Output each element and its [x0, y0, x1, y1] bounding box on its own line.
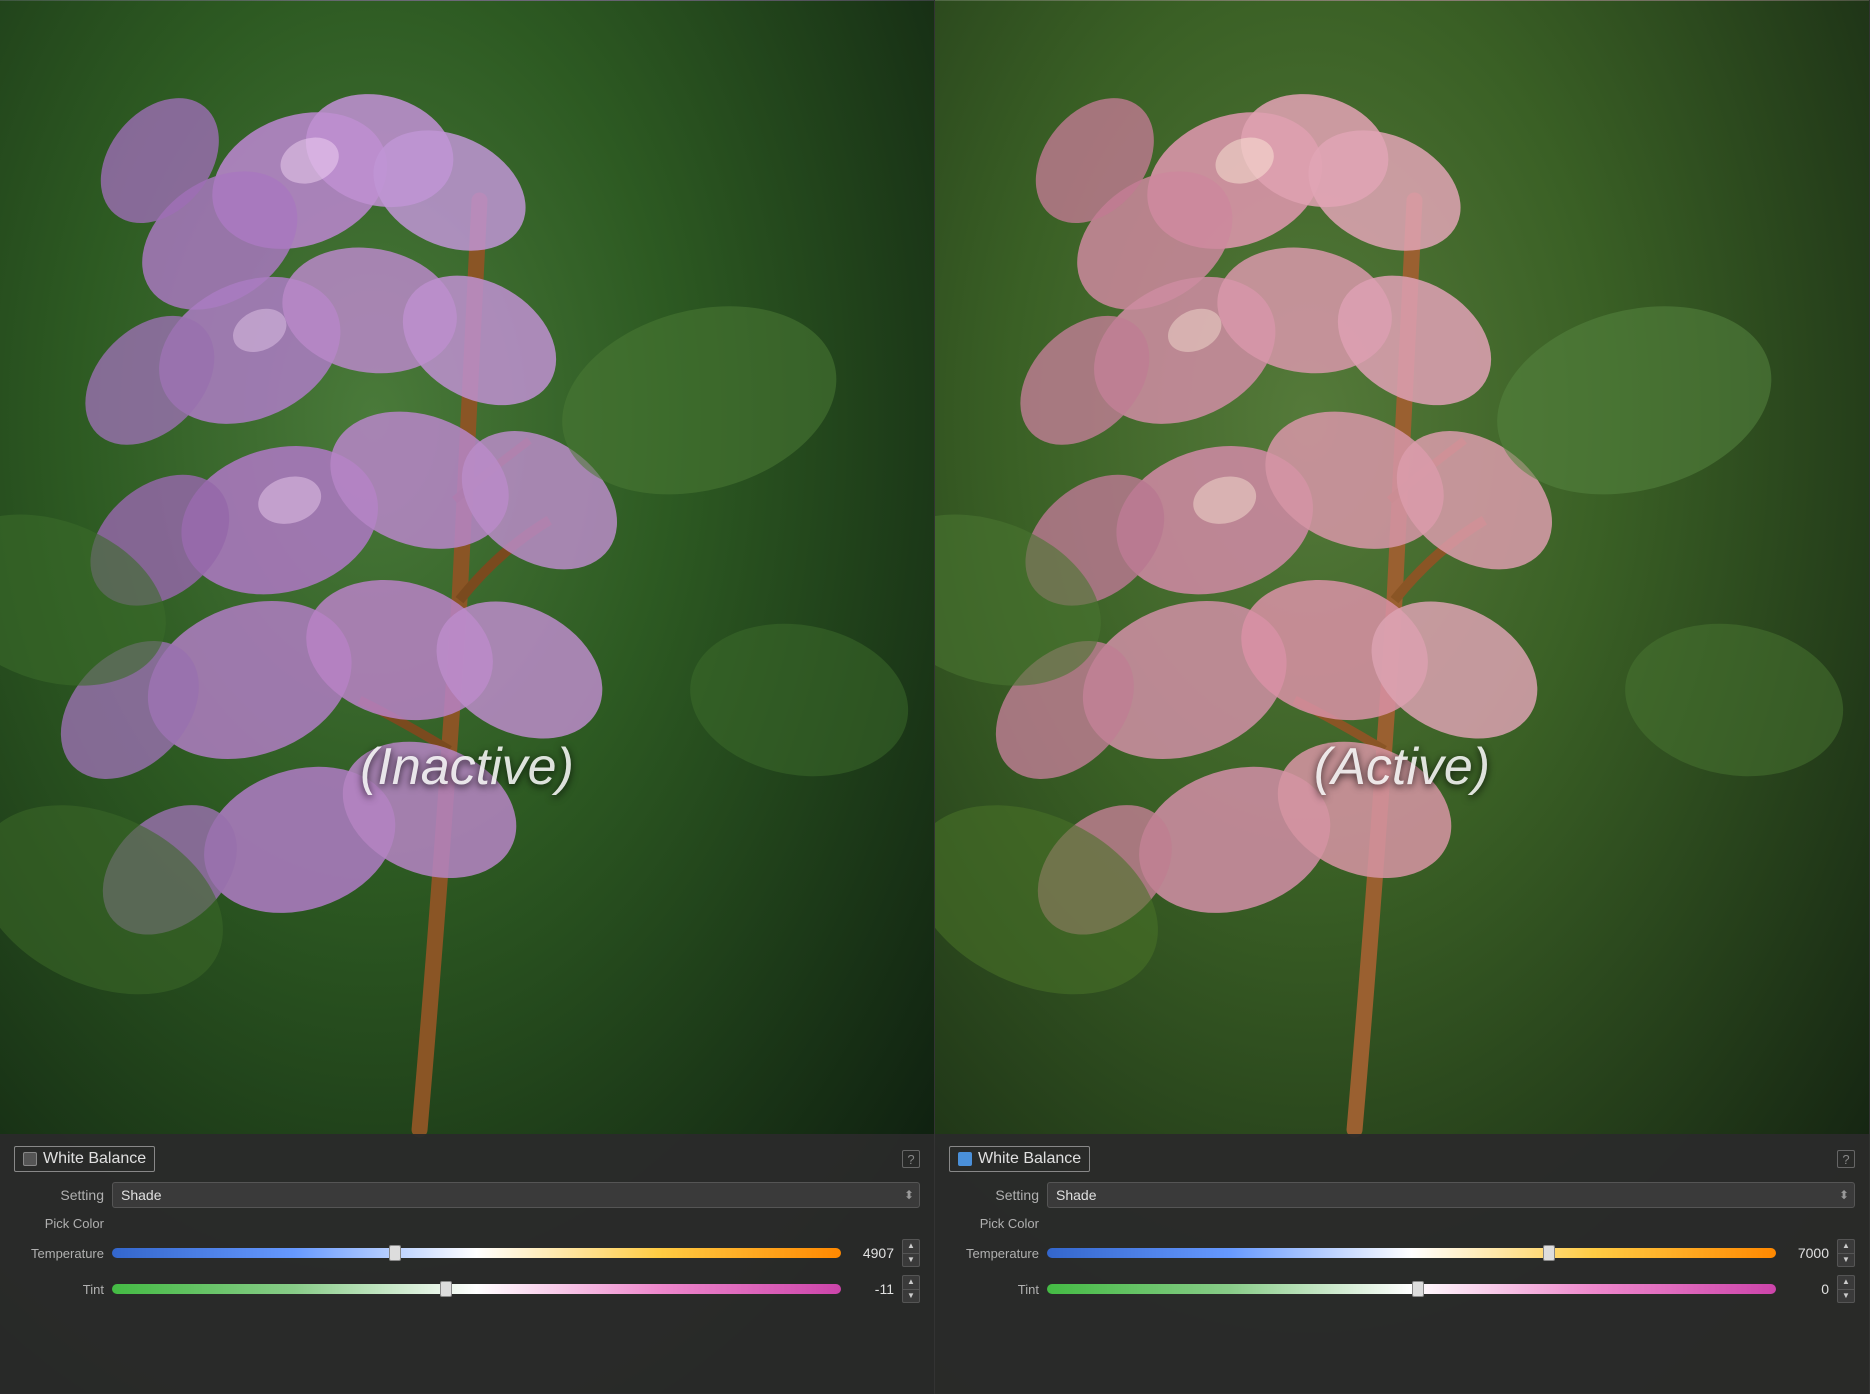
right-wb-title: White Balance [978, 1150, 1081, 1168]
left-tint-thumb[interactable] [440, 1281, 452, 1297]
left-pick-label: Pick Color [14, 1216, 104, 1231]
left-tint-slider-wrapper[interactable] [112, 1281, 841, 1297]
left-panel: (Inactive) White Balance ? Setting Shade… [0, 0, 935, 1394]
right-tint-down[interactable]: ▼ [1837, 1289, 1855, 1304]
right-tint-thumb[interactable] [1412, 1281, 1424, 1297]
right-panel: (Active) White Balance ? Setting Shade ⬍… [935, 0, 1870, 1394]
right-tint-slider-wrapper[interactable] [1047, 1281, 1776, 1297]
right-tint-slider-track [1047, 1284, 1776, 1294]
right-wb-title-group[interactable]: White Balance [949, 1146, 1090, 1172]
left-temperature-stepper[interactable]: ▲ ▼ [902, 1239, 920, 1267]
right-temperature-row: Temperature 7000 ▲ ▼ [949, 1239, 1855, 1267]
left-temperature-down[interactable]: ▼ [902, 1253, 920, 1268]
right-controls: White Balance ? Setting Shade ⬍ Pick Col… [935, 1134, 1869, 1394]
left-wb-checkbox[interactable] [23, 1152, 37, 1166]
right-setting-label: Setting [949, 1187, 1039, 1203]
right-tint-stepper[interactable]: ▲ ▼ [1837, 1275, 1855, 1303]
left-wb-help[interactable]: ? [902, 1150, 920, 1168]
left-setting-select-wrapper: Shade ⬍ [112, 1182, 920, 1208]
left-controls: White Balance ? Setting Shade ⬍ Pick Col… [0, 1134, 934, 1394]
right-setting-select-wrapper: Shade ⬍ [1047, 1182, 1855, 1208]
right-pick-color-row: Pick Color [949, 1216, 1855, 1231]
right-wb-help[interactable]: ? [1837, 1150, 1855, 1168]
left-pick-color-row: Pick Color [14, 1216, 920, 1231]
left-wb-title-group[interactable]: White Balance [14, 1146, 155, 1172]
right-temperature-up[interactable]: ▲ [1837, 1239, 1855, 1253]
left-tint-slider-track [112, 1284, 841, 1294]
left-tint-label: Tint [14, 1282, 104, 1297]
right-wb-active-indicator [958, 1152, 972, 1166]
left-tint-down[interactable]: ▼ [902, 1289, 920, 1304]
left-temperature-thumb[interactable] [389, 1245, 401, 1261]
right-pick-label: Pick Color [949, 1216, 1039, 1231]
left-temperature-slider-wrapper[interactable] [112, 1245, 841, 1261]
left-setting-select[interactable]: Shade [112, 1182, 920, 1208]
right-temperature-value: 7000 [1784, 1245, 1829, 1261]
left-setting-label: Setting [14, 1187, 104, 1203]
left-tint-up[interactable]: ▲ [902, 1275, 920, 1289]
left-tint-stepper[interactable]: ▲ ▼ [902, 1275, 920, 1303]
left-temperature-up[interactable]: ▲ [902, 1239, 920, 1253]
left-tint-row: Tint -11 ▲ ▼ [14, 1275, 920, 1303]
left-wb-header: White Balance ? [14, 1146, 920, 1172]
right-tint-label: Tint [949, 1282, 1039, 1297]
left-temperature-label: Temperature [14, 1246, 104, 1261]
right-setting-select[interactable]: Shade [1047, 1182, 1855, 1208]
right-temperature-slider-wrapper[interactable] [1047, 1245, 1776, 1261]
left-tint-value: -11 [849, 1281, 894, 1297]
left-temperature-value: 4907 [849, 1245, 894, 1261]
right-temperature-slider-track [1047, 1248, 1776, 1258]
right-tint-row: Tint 0 ▲ ▼ [949, 1275, 1855, 1303]
right-tint-value: 0 [1784, 1281, 1829, 1297]
left-temperature-row: Temperature 4907 ▲ ▼ [14, 1239, 920, 1267]
right-wb-header: White Balance ? [949, 1146, 1855, 1172]
right-setting-row: Setting Shade ⬍ [949, 1182, 1855, 1208]
left-temperature-slider-track [112, 1248, 841, 1258]
right-tint-up[interactable]: ▲ [1837, 1275, 1855, 1289]
right-temperature-label: Temperature [949, 1246, 1039, 1261]
right-temperature-thumb[interactable] [1543, 1245, 1555, 1261]
left-wb-title: White Balance [43, 1150, 146, 1168]
left-setting-row: Setting Shade ⬍ [14, 1182, 920, 1208]
right-temperature-stepper[interactable]: ▲ ▼ [1837, 1239, 1855, 1267]
right-temperature-down[interactable]: ▼ [1837, 1253, 1855, 1268]
